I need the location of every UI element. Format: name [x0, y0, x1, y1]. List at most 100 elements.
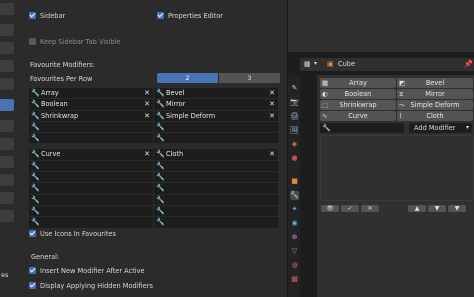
- favourite-slot[interactable]: 🔧 Mirror ✕: [154, 99, 278, 111]
- properties-editor-checkbox[interactable]: [157, 12, 164, 19]
- favourite-slot[interactable]: 🔧: [154, 121, 278, 134]
- save-preferences-menu-label[interactable]: es: [1, 271, 8, 279]
- use-icons-checkbox[interactable]: [29, 230, 36, 237]
- favourite-slot[interactable]: 🔧: [154, 205, 278, 218]
- favourites-right-column: 🔧 Bevel ✕ 🔧 Mirror ✕ 🔧 Simple Deform ✕ 🔧 🔧 🔧 Cl…: [154, 88, 278, 229]
- use-icons-label: Use Icons In Favourites: [40, 230, 116, 238]
- favourite-slot[interactable]: 🔧: [29, 183, 153, 195]
- sidebar-tab-1[interactable]: [0, 3, 14, 15]
- keep-sidebar-checkbox[interactable]: [29, 38, 36, 45]
- favourite-slot[interactable]: 🔧 Shrinkwrap ✕: [29, 110, 153, 122]
- chevron-down-icon[interactable]: ▾: [314, 60, 317, 67]
- favourite-slot[interactable]: 🔧: [154, 133, 278, 145]
- sidebar-tab-2[interactable]: [0, 24, 14, 36]
- favourite-slot[interactable]: 🔧: [154, 217, 278, 229]
- favourite-slot[interactable]: 🔧: [29, 121, 153, 134]
- favourite-slot[interactable]: 🔧: [29, 160, 153, 173]
- per-row-option-2[interactable]: 2: [157, 73, 218, 83]
- apply-button[interactable]: ✓: [341, 205, 359, 212]
- close-icon[interactable]: ✕: [269, 111, 275, 121]
- physics-tab-icon[interactable]: ◉: [290, 219, 299, 228]
- favourite-slot[interactable]: 🔧: [29, 205, 153, 218]
- visibility-toggle-button[interactable]: 👁: [321, 205, 339, 212]
- favourite-slot-label: Simple Deform: [166, 111, 216, 120]
- world-tab-icon[interactable]: ●: [290, 154, 299, 163]
- close-icon[interactable]: ✕: [269, 149, 275, 159]
- data-tab-icon[interactable]: ▽: [290, 247, 299, 256]
- per-row-option-3[interactable]: 3: [219, 73, 280, 83]
- modifier-favourite-button[interactable]: ⧖ Mirror: [397, 89, 473, 99]
- close-icon[interactable]: ✕: [144, 111, 150, 121]
- favourite-slot-label: Cloth: [166, 150, 184, 159]
- wrench-icon: 🔧: [31, 184, 40, 193]
- favourite-slot[interactable]: 🔧: [154, 183, 278, 195]
- modifier-favourite-label: Simple Deform: [410, 101, 460, 109]
- modifier-favourite-button[interactable]: ▦ Array: [320, 78, 396, 88]
- pin-icon[interactable]: 📌: [464, 60, 473, 68]
- sidebar-tab-3[interactable]: [0, 42, 14, 54]
- close-icon[interactable]: ✕: [269, 88, 275, 98]
- sidebar-checkbox[interactable]: [29, 12, 36, 19]
- favourite-slot[interactable]: 🔧: [29, 217, 153, 229]
- display-applying-checkbox[interactable]: [29, 282, 36, 289]
- object-tab-icon[interactable]: ■: [290, 177, 299, 186]
- scene-tab-icon[interactable]: ◈: [290, 140, 299, 149]
- modifier-favourite-button[interactable]: ◐ Boolean: [320, 89, 396, 99]
- wrench-icon: 🔧: [156, 184, 165, 193]
- close-icon[interactable]: ✕: [144, 88, 150, 98]
- sidebar-tab-8[interactable]: [0, 138, 14, 150]
- sidebar-tab-7[interactable]: [0, 120, 14, 132]
- texture-tab-icon[interactable]: ▩: [290, 275, 299, 284]
- modifier-favourite-button[interactable]: ⬚ Shrinkwrap: [320, 100, 396, 110]
- sidebar-tab-active[interactable]: [0, 99, 14, 111]
- wrench-icon: 🔧: [31, 122, 40, 131]
- favourite-slot[interactable]: 🔧: [29, 133, 153, 145]
- sidebar-tab-4[interactable]: [0, 60, 14, 72]
- wrench-icon: 🔧: [156, 195, 165, 204]
- favourite-slot[interactable]: 🔧: [29, 172, 153, 184]
- favourite-slot[interactable]: 🔧 Cloth ✕: [154, 149, 278, 161]
- favourite-slot[interactable]: 🔧 Boolean ✕: [29, 99, 153, 111]
- insert-after-active-checkbox[interactable]: [29, 267, 36, 274]
- output-tab-icon[interactable]: 🖨: [290, 112, 299, 121]
- favourite-slot[interactable]: 🔧: [154, 160, 278, 173]
- modifier-search-field[interactable]: 🔧: [320, 123, 404, 133]
- modifier-tab-icon[interactable]: 🔧: [290, 191, 299, 200]
- sidebar-tab-5[interactable]: [0, 78, 14, 90]
- favourite-slot[interactable]: 🔧: [154, 194, 278, 206]
- particles-tab-icon[interactable]: ✦: [290, 205, 299, 214]
- material-tab-icon[interactable]: ◍: [290, 261, 299, 270]
- move-down-button[interactable]: ▼: [428, 205, 446, 212]
- close-icon[interactable]: ✕: [144, 149, 150, 159]
- modifier-favourite-button[interactable]: ⤳ Simple Deform: [397, 100, 473, 110]
- tool-tab-icon[interactable]: ✎: [290, 84, 299, 93]
- favourite-slot[interactable]: 🔧 Array ✕: [29, 88, 153, 100]
- sidebar-tab-10[interactable]: [0, 174, 14, 186]
- modifier-favourite-label: Array: [349, 79, 367, 87]
- close-icon[interactable]: ✕: [269, 99, 275, 109]
- render-tab-icon[interactable]: 📷: [290, 98, 299, 107]
- view-layer-tab-icon[interactable]: 🖼: [290, 126, 299, 135]
- move-up-button[interactable]: ▲: [408, 205, 426, 212]
- sidebar-tab-11[interactable]: [0, 192, 14, 204]
- favourite-slot[interactable]: 🔧 Simple Deform ✕: [154, 110, 278, 122]
- favourite-slot[interactable]: 🔧: [29, 194, 153, 206]
- move-bottom-button[interactable]: ▼: [448, 205, 466, 212]
- sidebar-tab-9[interactable]: [0, 156, 14, 168]
- sidebar-label: Sidebar: [40, 12, 66, 20]
- constraints-tab-icon[interactable]: ⊕: [290, 233, 299, 242]
- wrench-icon: 🔧: [31, 206, 40, 215]
- modifier-favourite-button[interactable]: ◩ Bevel: [397, 78, 473, 88]
- editor-type-icon[interactable]: ▦: [304, 60, 311, 68]
- favourite-slot-label: Bevel: [166, 89, 185, 97]
- favourite-slot[interactable]: 🔧 Curve ✕: [29, 149, 153, 161]
- sidebar-tab-12[interactable]: [0, 210, 14, 222]
- modifier-favourite-button[interactable]: ∿ Curve: [320, 111, 396, 121]
- close-icon[interactable]: ✕: [144, 99, 150, 109]
- favourite-slot[interactable]: 🔧: [154, 172, 278, 184]
- add-modifier-dropdown[interactable]: Add Modifier ▾: [409, 123, 472, 133]
- modifier-favourite-label: Cloth: [426, 112, 444, 120]
- modifier-favourite-button[interactable]: ⌇ Cloth: [397, 111, 473, 121]
- favourite-slot[interactable]: 🔧 Bevel ✕: [154, 88, 278, 100]
- remove-button[interactable]: ✕: [361, 205, 379, 212]
